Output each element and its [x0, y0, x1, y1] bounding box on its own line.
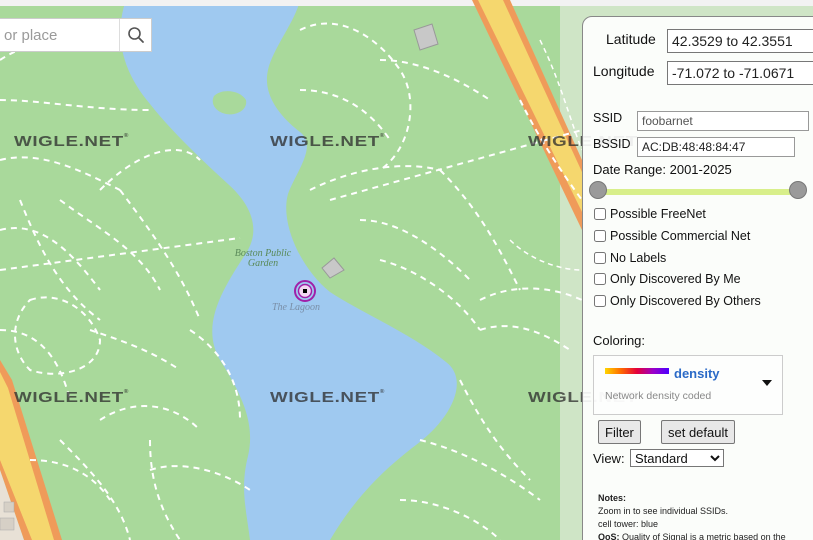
watermark: WIGLE.NET®	[270, 133, 386, 150]
notes-title: Notes:	[598, 493, 627, 503]
view-label: View:	[593, 451, 625, 466]
checkbox-only-discovered-by-me[interactable]: Only Discovered By Me	[594, 272, 741, 286]
coloring-label: Coloring:	[593, 333, 646, 348]
search-box	[0, 18, 152, 52]
latitude-input[interactable]	[667, 29, 813, 53]
search-button[interactable]	[119, 19, 151, 51]
ssid-input[interactable]	[637, 111, 809, 131]
date-range-label: Date Range: 2001-2025	[593, 162, 732, 177]
notes-line: cell tower: blue	[598, 519, 659, 529]
checkbox-no-labels[interactable]: No Labels	[594, 251, 666, 265]
location-marker-icon[interactable]	[293, 279, 317, 303]
set-default-button[interactable]: set default	[661, 420, 735, 444]
coloring-value: density	[674, 366, 720, 381]
longitude-input[interactable]	[667, 61, 813, 85]
checkbox-possible-freenet[interactable]: Possible FreeNet	[594, 207, 706, 221]
checkbox-possible-commercial-net[interactable]: Possible Commercial Net	[594, 229, 750, 243]
notes-qos-text: Quality of Signal is a metric based on t…	[622, 532, 786, 540]
checkbox-input[interactable]	[594, 230, 606, 242]
caret-down-icon	[762, 380, 772, 386]
view-select[interactable]: Standard	[630, 449, 724, 467]
checkbox-input[interactable]	[594, 252, 606, 264]
checkbox-input[interactable]	[594, 273, 606, 285]
search-icon	[127, 27, 144, 43]
coloring-dropdown[interactable]: density Network density coded	[593, 355, 783, 415]
watermark: WIGLE.NET®	[14, 389, 130, 406]
density-gradient	[605, 368, 669, 374]
date-range-start-handle[interactable]	[589, 181, 607, 199]
date-range-end-handle[interactable]	[789, 181, 807, 199]
notes-line: Zoom in to see individual SSIDs.	[598, 506, 729, 516]
notes-qos-label: QoS:	[598, 532, 620, 540]
garden-label: Boston Public Garden	[234, 248, 292, 269]
latitude-label: Latitude	[606, 31, 656, 47]
filter-button[interactable]: Filter	[598, 420, 641, 444]
checkbox-only-discovered-by-others[interactable]: Only Discovered By Others	[594, 294, 761, 308]
bssid-label: BSSID	[593, 137, 631, 151]
ssid-label: SSID	[593, 111, 623, 125]
filter-panel: Latitude Longitude SSID BSSID Date Range…	[582, 16, 813, 540]
watermark: WIGLE.NET®	[14, 133, 130, 150]
bssid-input[interactable]	[637, 137, 795, 157]
lagoon-label: The Lagoon	[271, 302, 321, 313]
checkbox-input[interactable]	[594, 295, 606, 307]
checkbox-input[interactable]	[594, 208, 606, 220]
search-input[interactable]	[0, 19, 118, 51]
coloring-note: Network density coded	[605, 390, 712, 402]
watermark: WIGLE.NET®	[270, 389, 386, 406]
longitude-label: Longitude	[593, 63, 655, 79]
notes: Notes: Zoom in to see individual SSIDs. …	[598, 492, 808, 540]
date-range-slider[interactable]	[599, 189, 797, 195]
